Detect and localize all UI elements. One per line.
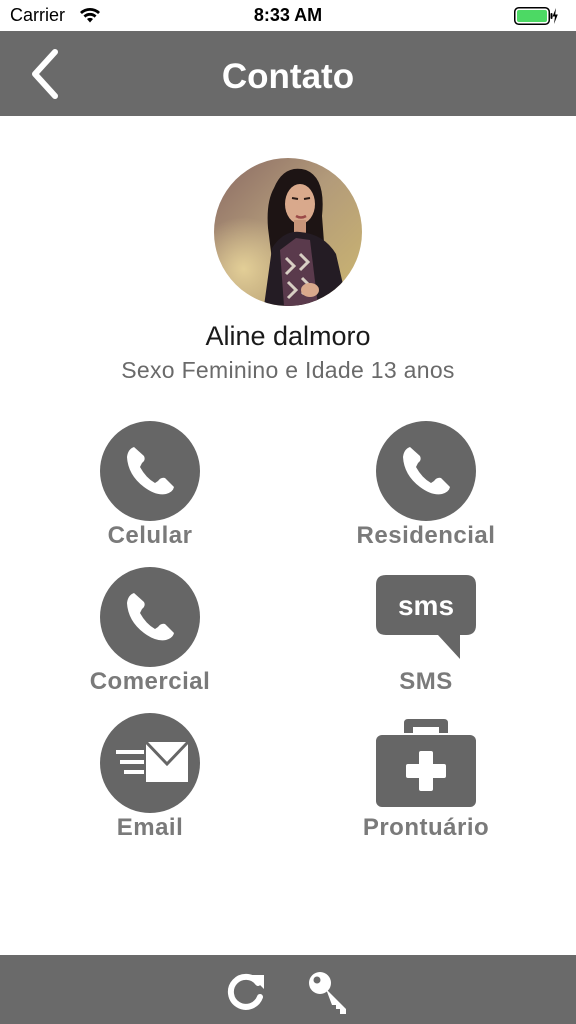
page-title: Contato <box>221 57 355 96</box>
bottom-toolbar <box>0 955 576 1024</box>
chevron-left-icon <box>32 49 58 99</box>
celular-label: Celular <box>107 522 193 549</box>
sms-button[interactable]: sms SMS <box>326 567 526 707</box>
sms-label: SMS <box>399 668 453 695</box>
phone-icon <box>376 421 476 521</box>
prontuario-button[interactable]: Prontuário <box>326 713 526 853</box>
envelope-icon <box>100 713 200 813</box>
comercial-button[interactable]: Comercial <box>50 567 250 707</box>
residencial-label: Residencial <box>356 522 496 549</box>
clock: 8:33 AM <box>253 5 323 25</box>
back-button[interactable] <box>20 45 68 103</box>
email-label: Email <box>116 814 184 841</box>
contact-name: Aline dalmoro <box>205 321 371 351</box>
contact-subtitle: Sexo Feminino e Idade 13 anos <box>121 357 455 383</box>
status-bar: Carrier 8:33 AM <box>0 0 576 31</box>
svg-text:sms: sms <box>398 590 454 621</box>
medical-kit-icon <box>376 713 476 813</box>
avatar <box>214 158 362 306</box>
comercial-label: Comercial <box>89 668 211 695</box>
email-button[interactable]: Email <box>50 713 250 853</box>
celular-button[interactable]: Celular <box>50 421 250 561</box>
navigation-header: Contato <box>0 31 576 116</box>
sms-bubble-icon: sms <box>376 567 476 667</box>
key-icon <box>309 972 346 1014</box>
refresh-button[interactable] <box>224 969 268 1013</box>
phone-icon <box>100 421 200 521</box>
phone-icon <box>100 567 200 667</box>
key-button[interactable] <box>306 969 352 1015</box>
prontuario-label: Prontuário <box>362 814 490 841</box>
refresh-icon <box>227 973 264 1010</box>
residencial-button[interactable]: Residencial <box>326 421 526 561</box>
battery-icon <box>514 7 558 25</box>
